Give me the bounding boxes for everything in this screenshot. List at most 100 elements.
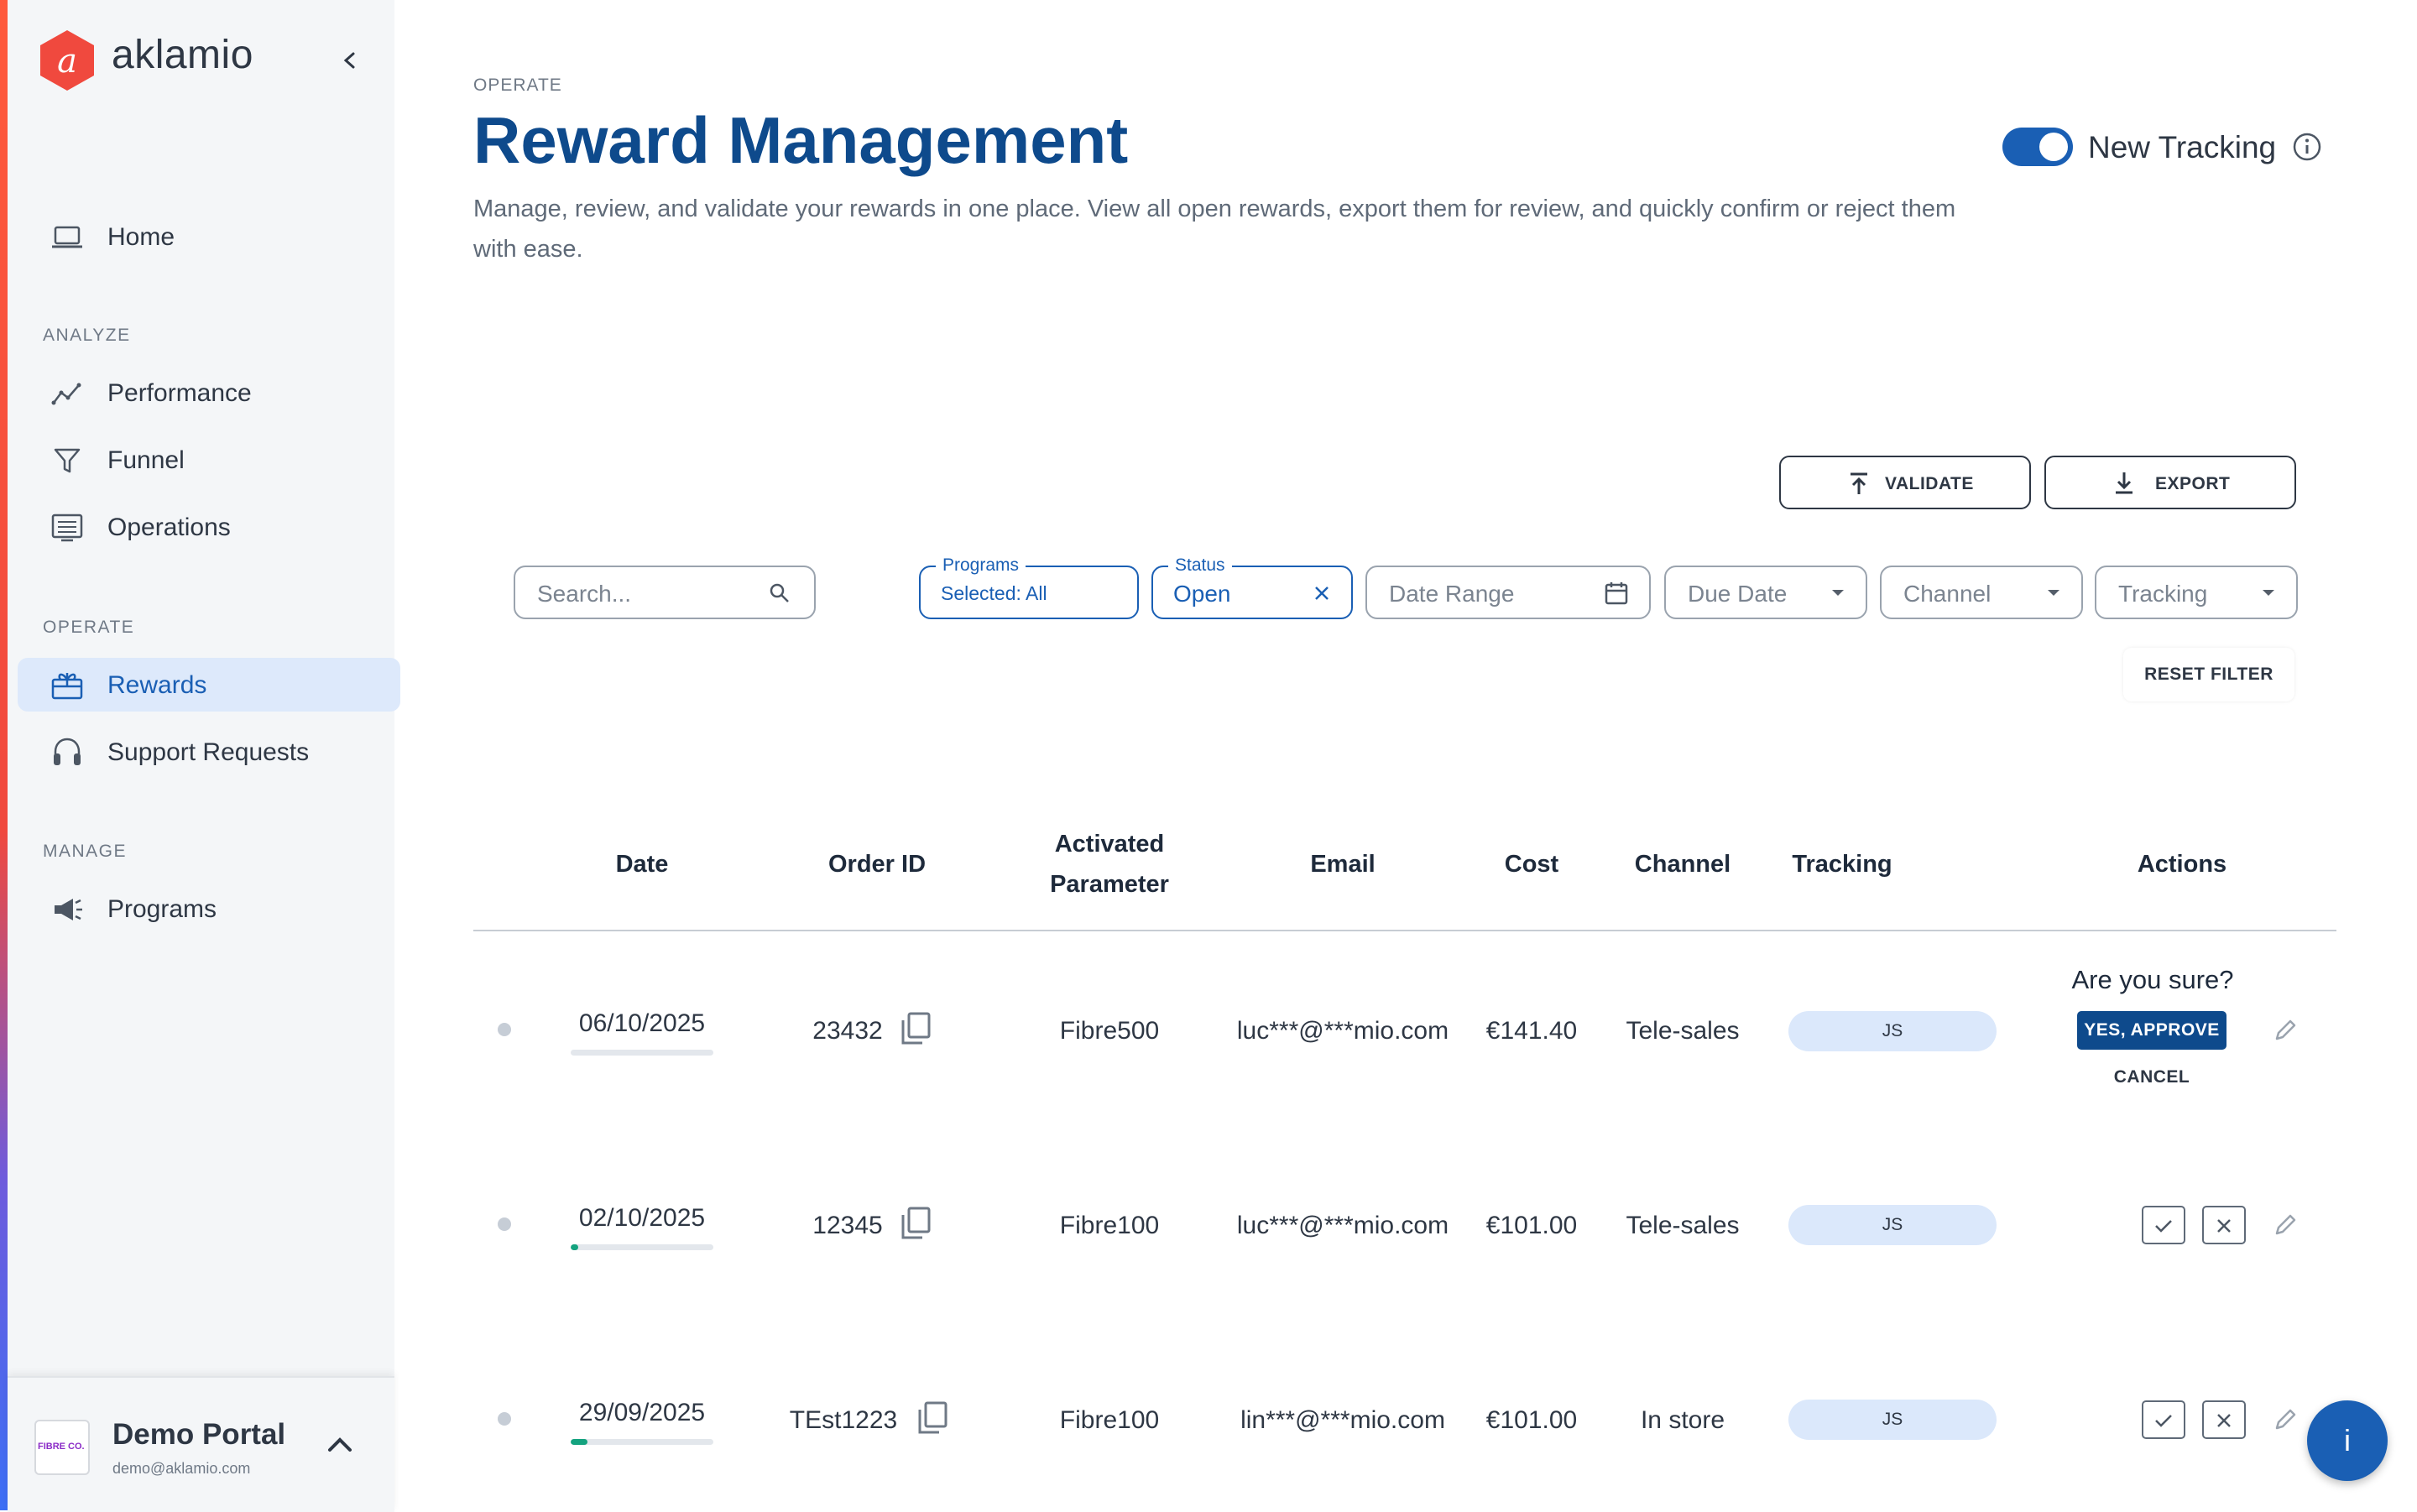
calendar-icon bbox=[1605, 582, 1628, 605]
row-email: luc***@***mio.com bbox=[1236, 1212, 1449, 1239]
column-header-cost[interactable]: Cost bbox=[1481, 844, 1582, 884]
sidebar-item-home[interactable]: Home bbox=[18, 210, 400, 263]
section-label-operate: OPERATE bbox=[43, 618, 135, 637]
tracking-select[interactable]: Tracking bbox=[2095, 566, 2298, 619]
new-tracking-label: New Tracking bbox=[2088, 130, 2277, 164]
cancel-button[interactable]: CANCEL bbox=[2077, 1062, 2226, 1092]
row-date: 29/09/2025 bbox=[578, 1399, 706, 1426]
reset-filter-button[interactable]: RESET FILTER bbox=[2123, 648, 2294, 701]
channel-select[interactable]: Channel bbox=[1880, 566, 2083, 619]
chevron-up-icon[interactable] bbox=[323, 1428, 357, 1462]
info-icon[interactable] bbox=[2291, 131, 2323, 163]
sidebar-item-label: Operations bbox=[107, 514, 231, 541]
column-header-activated-parameter[interactable]: Activated Parameter bbox=[1026, 824, 1193, 905]
laptop-icon bbox=[52, 226, 82, 248]
reject-button[interactable] bbox=[2202, 1206, 2246, 1244]
page-title: Reward Management bbox=[473, 103, 1129, 177]
aklamio-logo-icon: a bbox=[40, 30, 94, 91]
column-header-order-id[interactable]: Order ID bbox=[806, 844, 948, 884]
help-fab-button[interactable]: i bbox=[2307, 1400, 2388, 1481]
row-progress-bar bbox=[571, 1244, 713, 1250]
approve-button[interactable] bbox=[2142, 1206, 2185, 1244]
column-header-tracking[interactable]: Tracking bbox=[1779, 844, 1905, 884]
tracking-badge: JS bbox=[1788, 1400, 1997, 1440]
export-button[interactable]: EXPORT bbox=[2044, 456, 2296, 509]
reject-button[interactable] bbox=[2202, 1400, 2246, 1439]
list-icon bbox=[51, 514, 83, 542]
brand-name: aklamio bbox=[112, 33, 253, 77]
edit-icon[interactable] bbox=[2272, 1406, 2299, 1433]
copy-icon[interactable] bbox=[916, 1400, 949, 1436]
copy-icon[interactable] bbox=[899, 1011, 932, 1046]
row-date: 06/10/2025 bbox=[578, 1009, 706, 1037]
portal-switcher[interactable]: FIBRE CO. Demo Portal demo@aklamio.com bbox=[8, 1376, 394, 1512]
sidebar-item-performance[interactable]: Performance bbox=[18, 366, 400, 420]
channel-placeholder: Channel bbox=[1903, 581, 1992, 607]
date-range-placeholder: Date Range bbox=[1389, 581, 1515, 607]
edit-icon[interactable] bbox=[2272, 1212, 2299, 1238]
tracking-badge: JS bbox=[1788, 1205, 1997, 1245]
yes-approve-button[interactable]: YES, APPROVE bbox=[2077, 1011, 2226, 1050]
column-header-email[interactable]: Email bbox=[1259, 844, 1427, 884]
validate-button[interactable]: VALIDATE bbox=[1779, 456, 2031, 509]
sidebar-item-label: Rewards bbox=[107, 671, 207, 699]
row-channel: Tele-sales bbox=[1626, 1017, 1740, 1045]
validate-label: VALIDATE bbox=[1885, 474, 1974, 493]
chevron-down-icon bbox=[1832, 590, 1844, 596]
row-status-dot bbox=[498, 1023, 511, 1036]
status-value: Open bbox=[1173, 581, 1231, 607]
row-channel: Tele-sales bbox=[1626, 1212, 1740, 1239]
section-label-analyze: ANALYZE bbox=[43, 326, 131, 345]
collapse-sidebar-icon[interactable] bbox=[335, 42, 365, 79]
sidebar-item-label: Programs bbox=[107, 895, 217, 923]
portal-logo: FIBRE CO. bbox=[34, 1420, 90, 1475]
approve-button[interactable] bbox=[2142, 1400, 2185, 1439]
row-cost: €141.40 bbox=[1485, 1017, 1578, 1045]
svg-text:a: a bbox=[57, 42, 77, 81]
tracking-placeholder: Tracking bbox=[2118, 581, 2208, 607]
sidebar-item-label: Home bbox=[107, 223, 175, 251]
export-label: EXPORT bbox=[2155, 474, 2231, 493]
search-input[interactable]: Search... bbox=[514, 566, 816, 619]
sidebar-item-operations[interactable]: Operations bbox=[18, 500, 400, 554]
sidebar-item-support-requests[interactable]: Support Requests bbox=[18, 725, 400, 779]
sidebar-item-rewards[interactable]: Rewards bbox=[18, 658, 400, 712]
check-icon bbox=[2155, 1415, 2172, 1427]
row-progress-fill bbox=[571, 1439, 588, 1445]
sidebar-item-funnel[interactable]: Funnel bbox=[18, 433, 400, 487]
row-progress-fill bbox=[571, 1244, 578, 1250]
toggle-knob bbox=[2039, 133, 2068, 161]
date-range-input[interactable]: Date Range bbox=[1365, 566, 1651, 619]
chevron-down-icon bbox=[2263, 590, 2274, 596]
confirm-question: Are you sure? bbox=[2071, 965, 2234, 994]
row-status-dot bbox=[498, 1217, 511, 1231]
status-legend: Status bbox=[1168, 555, 1232, 576]
check-icon bbox=[2155, 1220, 2172, 1233]
page-description: Manage, review, and validate your reward… bbox=[473, 196, 1956, 263]
copy-icon[interactable] bbox=[899, 1206, 932, 1241]
row-status-dot bbox=[498, 1412, 511, 1426]
edit-icon[interactable] bbox=[2272, 1017, 2299, 1044]
row-order-id: 12345 bbox=[812, 1212, 883, 1239]
portal-name: Demo Portal bbox=[112, 1418, 286, 1451]
sidebar-item-programs[interactable]: Programs bbox=[18, 882, 400, 936]
new-tracking-toggle[interactable] bbox=[2002, 128, 2073, 166]
gift-icon bbox=[51, 673, 83, 700]
row-progress-bar bbox=[571, 1439, 713, 1445]
search-icon bbox=[770, 583, 789, 602]
due-date-select[interactable]: Due Date bbox=[1664, 566, 1867, 619]
column-header-date[interactable]: Date bbox=[571, 844, 713, 884]
row-channel: In store bbox=[1640, 1406, 1725, 1434]
clear-icon[interactable] bbox=[1309, 581, 1334, 606]
breadcrumb: OPERATE bbox=[473, 76, 562, 95]
row-cost: €101.00 bbox=[1485, 1406, 1578, 1434]
sidebar: a aklamio Home ANALYZE Performance Funne… bbox=[8, 0, 400, 1510]
programs-select[interactable]: Programs Selected: All bbox=[919, 555, 1139, 619]
portal-logo-text: FIBRE CO. bbox=[38, 1442, 85, 1452]
column-header-channel[interactable]: Channel bbox=[1620, 844, 1746, 884]
status-select[interactable]: Status Open bbox=[1151, 555, 1353, 619]
download-icon bbox=[2116, 472, 2132, 494]
row-cost: €101.00 bbox=[1485, 1212, 1578, 1239]
section-label-manage: MANAGE bbox=[43, 842, 128, 861]
row-date: 02/10/2025 bbox=[578, 1204, 706, 1232]
